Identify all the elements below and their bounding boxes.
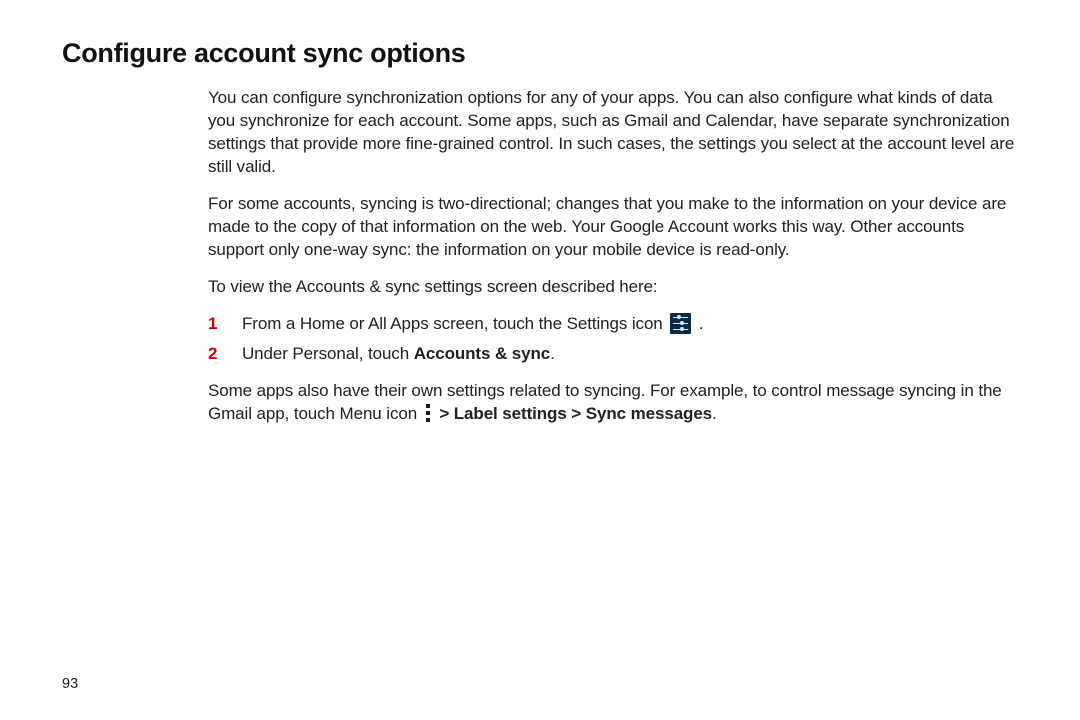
step-text: From a Home or All Apps screen, touch th… (242, 313, 1018, 336)
step-number: 2 (208, 343, 242, 366)
trailing-paragraph: Some apps also have their own settings r… (208, 380, 1018, 426)
page-number: 93 (62, 676, 78, 692)
paragraph-2: For some accounts, syncing is two-direct… (208, 193, 1018, 262)
step-1: 1 From a Home or All Apps screen, touch … (208, 313, 1018, 336)
ordered-steps: 1 From a Home or All Apps screen, touch … (208, 313, 1018, 367)
body-content: You can configure synchronization option… (208, 87, 1018, 426)
step-2-bold: Accounts & sync (414, 344, 550, 363)
trailing-suffix: . (712, 404, 717, 423)
paragraph-1: You can configure synchronization option… (208, 87, 1018, 179)
settings-icon (670, 313, 691, 334)
paragraph-3: To view the Accounts & sync settings scr… (208, 276, 1018, 299)
step-2-prefix: Under Personal, touch (242, 344, 414, 363)
page-title: Configure account sync options (62, 38, 1018, 69)
menu-overflow-icon (425, 404, 432, 423)
step-2: 2 Under Personal, touch Accounts & sync. (208, 343, 1018, 366)
step-1-text-after: . (699, 314, 704, 333)
step-2-suffix: . (550, 344, 555, 363)
trailing-bold: > Label settings > Sync messages (435, 404, 712, 423)
step-text: Under Personal, touch Accounts & sync. (242, 343, 1018, 366)
step-1-text-before: From a Home or All Apps screen, touch th… (242, 314, 667, 333)
step-number: 1 (208, 313, 242, 336)
